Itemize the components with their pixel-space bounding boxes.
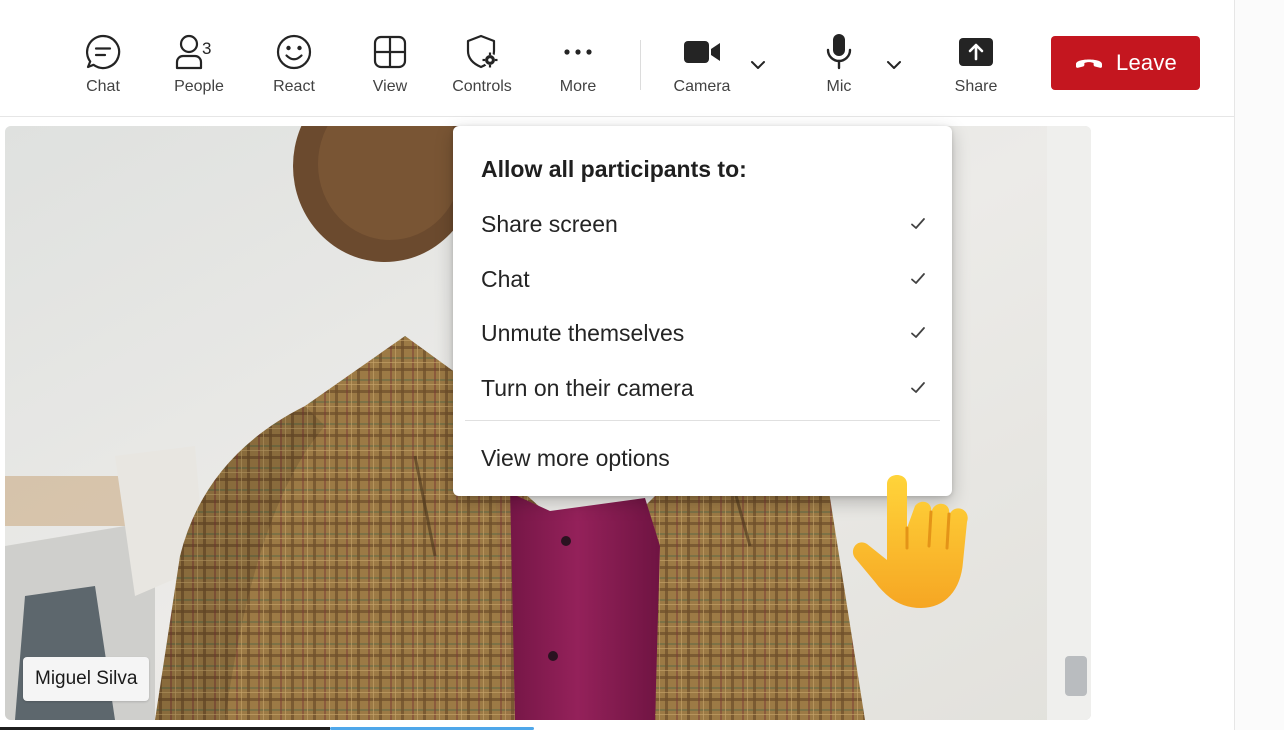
controls-button[interactable]: Controls — [449, 32, 515, 102]
people-count: 3 — [202, 39, 212, 58]
react-button[interactable]: React — [272, 32, 316, 102]
share-button[interactable]: Share — [953, 32, 999, 102]
checkmark-icon — [911, 273, 925, 284]
controls-button-label: Controls — [452, 78, 512, 95]
phone-hangup-icon — [1076, 59, 1103, 68]
checkmark-icon — [911, 218, 925, 229]
share-button-label: Share — [954, 78, 998, 95]
menu-item-label: Unmute themselves — [481, 319, 685, 346]
people-button-label: People — [174, 78, 224, 95]
more-button[interactable]: More — [556, 32, 600, 102]
mic-button[interactable]: Mic — [818, 32, 860, 102]
chat-button-label: Chat — [86, 78, 120, 95]
leave-button[interactable]: Leave — [1051, 36, 1200, 90]
chevron-down-icon — [751, 61, 765, 69]
view-button[interactable]: View — [368, 32, 412, 102]
mic-button-label: Mic — [826, 78, 852, 95]
people-button[interactable]: 3 People — [172, 32, 226, 102]
right-panel-edge — [1234, 0, 1284, 730]
react-button-label: React — [273, 78, 315, 95]
more-button-label: More — [559, 78, 597, 95]
meeting-toolbar: Chat 3 People React View Controls More C… — [0, 12, 1234, 117]
mic-options-chevron[interactable] — [883, 54, 905, 76]
chat-button[interactable]: Chat — [82, 32, 124, 102]
menu-item-turn-on-camera[interactable]: Turn on their camera — [453, 361, 952, 415]
menu-item-unmute-themselves[interactable]: Unmute themselves — [453, 306, 952, 360]
bottom-strip — [0, 723, 1234, 730]
checkmark-icon — [911, 327, 925, 338]
leave-button-label: Leave — [1116, 50, 1177, 75]
menu-item-label: Chat — [481, 265, 530, 292]
chevron-down-icon — [887, 61, 901, 69]
people-icon: 3 — [172, 32, 226, 72]
view-button-label: View — [372, 78, 408, 95]
microphone-icon — [819, 32, 859, 72]
chat-bubble-icon — [83, 32, 123, 72]
menu-separator — [465, 420, 940, 421]
menu-item-label: Turn on their camera — [481, 374, 694, 401]
share-tray-icon — [956, 32, 996, 72]
camera-options-chevron[interactable] — [747, 54, 769, 76]
more-dots-icon — [558, 32, 598, 72]
grid-view-icon — [370, 32, 410, 72]
camera-button-label: Camera — [673, 78, 731, 95]
emoji-icon — [274, 32, 314, 72]
menu-item-label: View more options — [481, 444, 670, 471]
participant-name-tag: Miguel Silva — [23, 657, 150, 701]
meeting-window: Chat 3 People React View Controls More C… — [0, 0, 1234, 730]
shield-gear-icon — [449, 32, 515, 72]
pointing-hand-icon — [852, 475, 968, 608]
checkmark-icon — [911, 382, 925, 393]
camera-button[interactable]: Camera — [672, 32, 732, 102]
menu-item-label: Share screen — [481, 210, 618, 237]
controls-menu: Allow all participants to: Share screen … — [453, 126, 952, 496]
menu-item-share-screen[interactable]: Share screen — [453, 197, 952, 251]
toolbar-divider — [640, 40, 641, 90]
controls-menu-header: Allow all participants to: — [481, 156, 747, 182]
video-camera-icon — [672, 32, 732, 72]
menu-item-chat[interactable]: Chat — [453, 252, 952, 306]
